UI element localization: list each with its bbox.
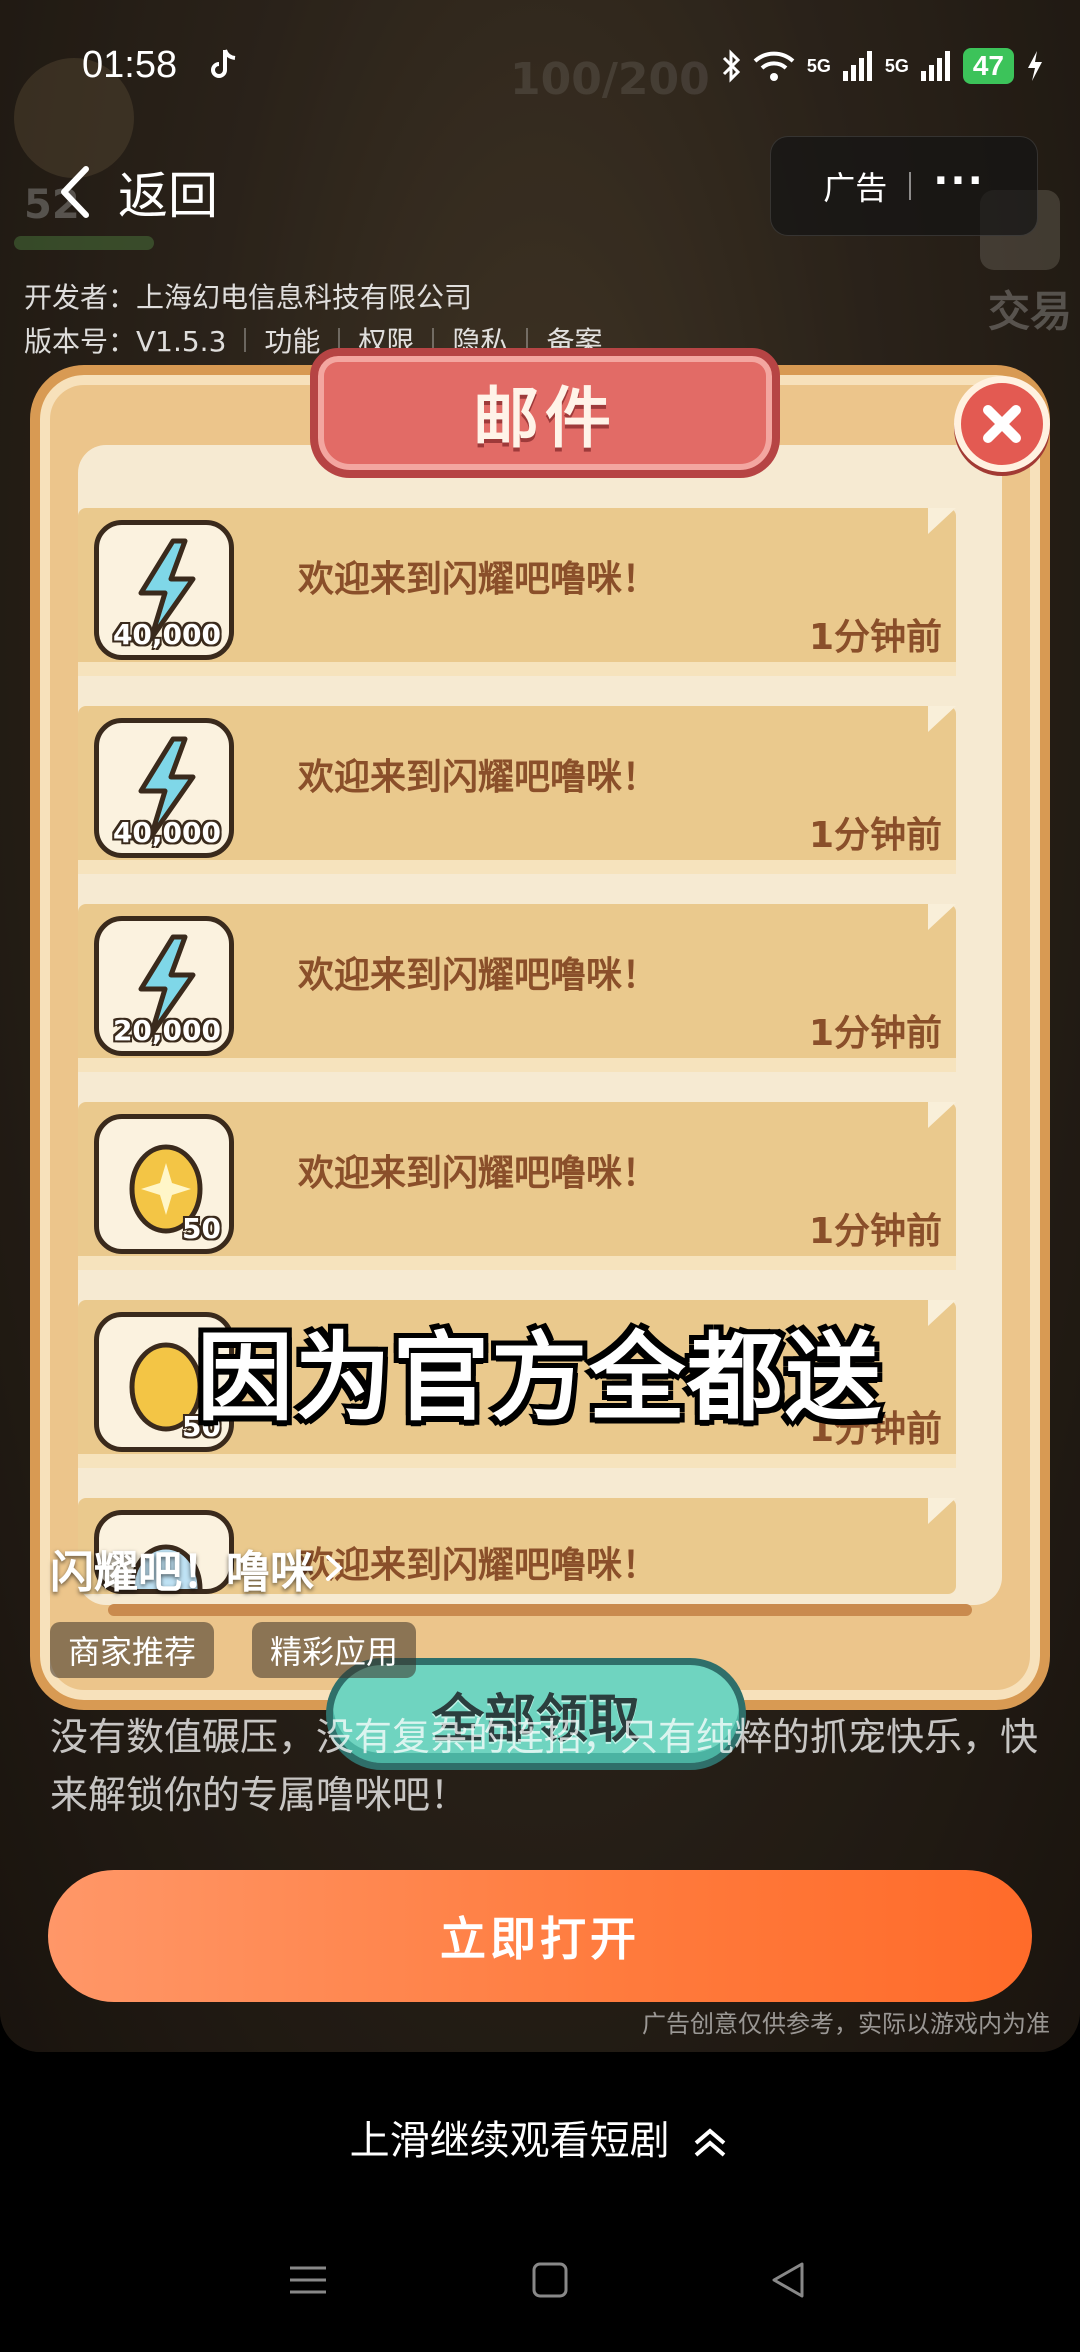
mail-subject: 欢迎来到闪耀吧噜咪！ [298, 955, 659, 996]
mail-reward-icon: 50 [94, 1114, 234, 1254]
mail-corner [928, 508, 956, 534]
close-icon [983, 405, 1021, 443]
reward-quantity: 20,000 [112, 1014, 221, 1047]
chevron-left-icon [61, 166, 89, 218]
tiktok-icon [211, 49, 236, 78]
network-type-1: 5G [806, 55, 831, 76]
swipe-up-hint[interactable]: 上滑继续观看短剧 [0, 2108, 1080, 2166]
app-name-link[interactable]: 闪耀吧！噜咪 [50, 1536, 344, 1600]
charging-icon [1028, 51, 1042, 81]
mail-time: 1分钟前 [808, 815, 942, 856]
mail-time: 1分钟前 [808, 1013, 942, 1054]
reward-quantity: 40,000 [112, 816, 221, 849]
mail-title: 邮件 [473, 380, 617, 457]
ad-description: 没有数值碾压，没有复杂的连招，只有纯粹的抓宠快乐，快来解锁你的专属噜咪吧！ [50, 1715, 1039, 1817]
app-name: 闪耀吧！噜咪 [50, 1547, 314, 1598]
close-button[interactable] [954, 376, 1050, 472]
mail-subject: 欢迎来到闪耀吧噜咪！ [298, 1153, 659, 1194]
swipe-up-label: 上滑继续观看短剧 [349, 2118, 670, 2164]
ad-menu-pill[interactable]: 广告 ··· [770, 136, 1038, 236]
back-triangle-icon[interactable] [768, 2260, 808, 2300]
open-now-label: 立即打开 [440, 1912, 640, 1966]
mail-item-strip [78, 1058, 956, 1072]
mail-subject: 欢迎来到闪耀吧噜咪！ [298, 757, 659, 798]
mail-reward-icon: 40,000 [94, 718, 234, 858]
developer-info: 开发者：上海幻电信息科技有限公司 [24, 281, 473, 314]
mail-reward-icon: 20,000 [94, 916, 234, 1056]
signal-icon-2 [920, 51, 950, 81]
mail-corner [928, 1498, 956, 1524]
status-bar: 01:58 5G 5G 47 [0, 0, 1080, 140]
mail-item-strip [78, 860, 956, 874]
version-label: 版本号：V1.5.3 [24, 325, 227, 358]
chevron-right-icon [326, 1555, 343, 1581]
mail-item-strip [78, 662, 956, 676]
tag-merchant-recommend: 商家推荐 [50, 1622, 215, 1678]
menu-icon[interactable] [288, 2260, 328, 2300]
mail-subject: 欢迎来到闪耀吧噜咪！ [298, 1545, 659, 1586]
mail-corner [928, 706, 956, 732]
home-icon[interactable] [530, 2260, 570, 2300]
mail-item[interactable]: 40,000 欢迎来到闪耀吧噜咪！ 1分钟前 [78, 706, 956, 874]
bluetooth-icon [722, 49, 740, 83]
reward-quantity: 40,000 [112, 618, 221, 651]
system-nav-bar [0, 2250, 1080, 2320]
back-label: 返回 [118, 167, 218, 225]
ad-disclaimer: 广告创意仅供参考，实际以游戏内为准 [642, 2010, 1050, 2038]
mail-reward-icon: 40,000 [94, 520, 234, 660]
reward-quantity: 50 [182, 1212, 221, 1245]
divider [244, 328, 247, 352]
mail-item[interactable]: 50 欢迎来到闪耀吧噜咪！ 1分钟前 [78, 1102, 956, 1270]
signal-icon [842, 51, 872, 81]
network-type-2: 5G [884, 55, 909, 76]
open-now-button[interactable]: 立即打开 [48, 1870, 1032, 2002]
mail-time: 1分钟前 [808, 617, 942, 658]
video-subtitle: 因为官方全都送 [197, 1322, 883, 1434]
mail-item[interactable]: 40,000 欢迎来到闪耀吧噜咪！ 1分钟前 [78, 508, 956, 676]
back-button[interactable]: 返回 [58, 156, 218, 228]
mail-item-strip [78, 1454, 956, 1468]
ad-label: 广告 [823, 169, 888, 207]
mail-time: 1分钟前 [808, 1211, 942, 1252]
more-icon[interactable]: ··· [933, 158, 985, 204]
double-chevron-up-icon [695, 2128, 726, 2157]
mail-corner [928, 1102, 956, 1128]
mail-item-strip [78, 1256, 956, 1270]
mail-title-tab: 邮件 [310, 348, 780, 478]
mail-item[interactable]: 20,000 欢迎来到闪耀吧噜咪！ 1分钟前 [78, 904, 956, 1072]
tag-featured-app: 精彩应用 [252, 1622, 417, 1678]
status-time: 01:58 [82, 44, 178, 86]
link-features[interactable]: 功能 [264, 320, 320, 360]
battery-indicator: 47 [962, 48, 1014, 84]
mail-subject: 欢迎来到闪耀吧噜咪！ [298, 559, 659, 600]
mail-corner [928, 904, 956, 930]
status-icons: 5G 5G 47 [721, 46, 1044, 86]
divider [909, 172, 912, 200]
wifi-icon [753, 51, 795, 81]
list-scrollbar[interactable] [108, 1604, 972, 1616]
